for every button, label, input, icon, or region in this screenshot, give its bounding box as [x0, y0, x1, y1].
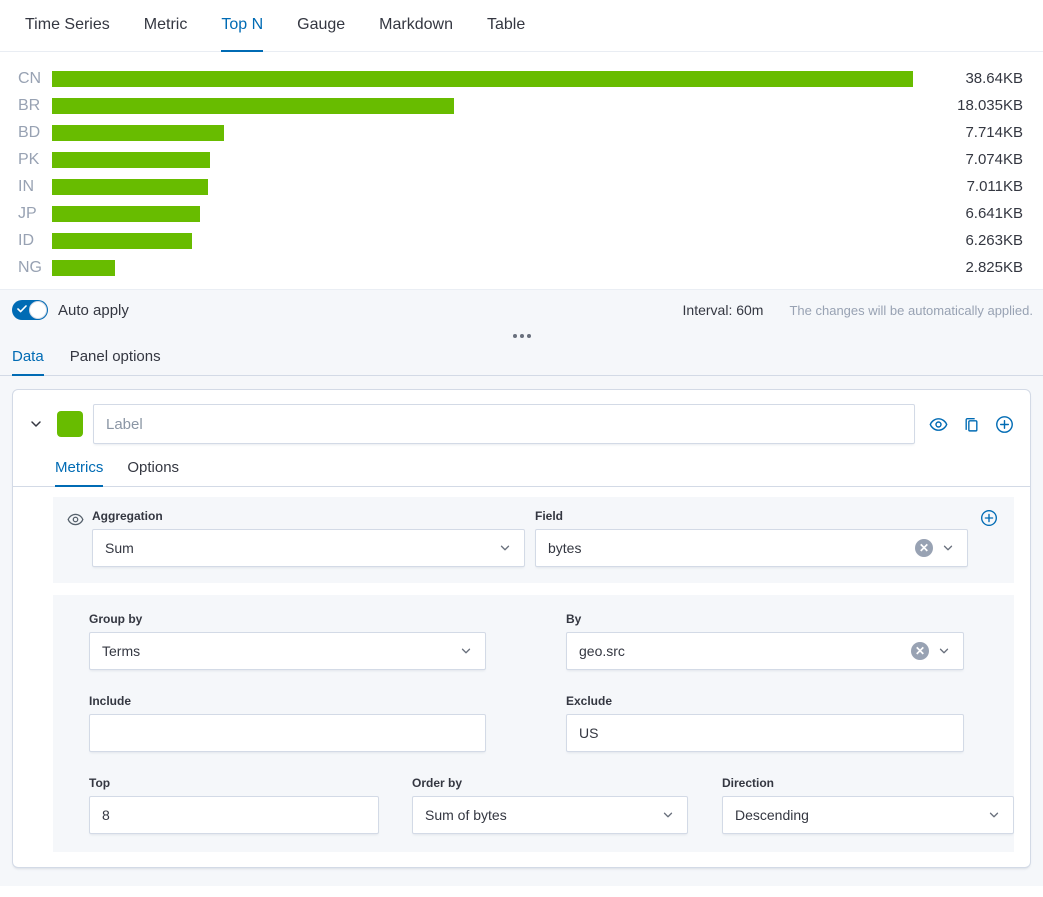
viz-tab-table[interactable]: Table: [487, 0, 525, 52]
series-color-swatch[interactable]: [57, 411, 83, 437]
clone-series-button[interactable]: [963, 416, 980, 433]
bar-row: BD 7.714KB: [18, 119, 1023, 146]
bar-category-label: PK: [18, 151, 52, 169]
auto-apply-toggle[interactable]: [12, 300, 48, 320]
exclude-label: Exclude: [566, 694, 964, 708]
viz-type-tabs: Time Series Metric Top N Gauge Markdown …: [0, 0, 1043, 52]
direction-label: Direction: [722, 776, 1014, 790]
bar-category-label: BD: [18, 124, 52, 142]
viz-tab-time-series[interactable]: Time Series: [25, 0, 110, 52]
bar-row: IN 7.011KB: [18, 173, 1023, 200]
add-metric-button[interactable]: [980, 509, 998, 527]
bar-row: JP 6.641KB: [18, 200, 1023, 227]
bar-value: 7.714KB: [913, 124, 1023, 141]
eye-icon: [929, 415, 948, 434]
bar-value: 38.64KB: [913, 70, 1023, 87]
auto-apply-bar: Auto apply Interval: 60m The changes wil…: [0, 290, 1043, 330]
panel-resize-handle[interactable]: [0, 330, 1043, 342]
field-combobox[interactable]: bytes ✕: [535, 529, 968, 567]
include-input[interactable]: [89, 714, 486, 752]
add-series-button[interactable]: [995, 415, 1014, 434]
chevron-down-icon: [941, 541, 955, 555]
direction-select[interactable]: Descending: [722, 796, 1014, 834]
series-card: Metrics Options Aggregation Sum Field by…: [12, 389, 1031, 868]
tab-data[interactable]: Data: [12, 348, 44, 376]
aggregation-label: Aggregation: [92, 509, 525, 523]
chevron-down-icon: [661, 808, 675, 822]
bar: [52, 179, 208, 195]
bar-value: 2.825KB: [913, 259, 1023, 276]
exclude-input[interactable]: [566, 714, 964, 752]
aggregation-select[interactable]: Sum: [92, 529, 525, 567]
tab-options[interactable]: Options: [127, 459, 179, 487]
bar-category-label: NG: [18, 259, 52, 277]
tab-metrics[interactable]: Metrics: [55, 459, 103, 487]
viz-tab-metric[interactable]: Metric: [144, 0, 188, 52]
bar-category-label: BR: [18, 97, 52, 115]
by-field-combobox[interactable]: geo.src ✕: [566, 632, 964, 670]
metric-drag-handle[interactable]: [67, 511, 84, 533]
bar: [52, 98, 454, 114]
group-by-label: Group by: [89, 612, 486, 626]
bar-value: 6.641KB: [913, 205, 1023, 222]
plus-circle-icon: [995, 415, 1014, 434]
bar: [52, 152, 210, 168]
group-by-select[interactable]: Terms: [89, 632, 486, 670]
editor-tabs: Data Panel options: [0, 348, 1043, 376]
toggle-series-visibility-button[interactable]: [929, 415, 948, 434]
viz-tab-markdown[interactable]: Markdown: [379, 0, 453, 52]
auto-apply-note: The changes will be automatically applie…: [789, 303, 1033, 318]
bar-value: 7.011KB: [913, 178, 1023, 195]
bar-value: 7.074KB: [913, 151, 1023, 168]
bar: [52, 260, 115, 276]
bar: [52, 71, 913, 87]
bar-row: NG 2.825KB: [18, 254, 1023, 281]
field-label: Field: [535, 509, 968, 523]
top-input[interactable]: [89, 796, 379, 834]
bar-category-label: JP: [18, 205, 52, 223]
chevron-down-icon: [937, 644, 951, 658]
group-by-panel: Group by Terms By geo.src ✕: [53, 595, 1014, 852]
bar-row: BR 18.035KB: [18, 92, 1023, 119]
series-label-input[interactable]: [93, 404, 915, 444]
chevron-down-icon: [28, 416, 44, 432]
bar-value: 6.263KB: [913, 232, 1023, 249]
clear-field-icon[interactable]: ✕: [915, 539, 933, 557]
order-by-select[interactable]: Sum of bytes: [412, 796, 688, 834]
copy-icon: [963, 416, 980, 433]
eye-icon: [67, 511, 84, 528]
tab-panel-options[interactable]: Panel options: [70, 348, 161, 376]
include-label: Include: [89, 694, 486, 708]
bar-row: PK 7.074KB: [18, 146, 1023, 173]
by-label: By: [566, 612, 964, 626]
top-label: Top: [89, 776, 379, 790]
bar-category-label: ID: [18, 232, 52, 250]
viz-tab-gauge[interactable]: Gauge: [297, 0, 345, 52]
chevron-down-icon: [459, 644, 473, 658]
collapse-series-button[interactable]: [28, 416, 44, 432]
chevron-down-icon: [498, 541, 512, 555]
top-n-chart: CN 38.64KB BR 18.035KB BD 7.714KB PK 7.0…: [0, 52, 1043, 289]
bar: [52, 125, 224, 141]
bar-row: ID 6.263KB: [18, 227, 1023, 254]
plus-circle-icon: [980, 509, 998, 527]
bar-value: 18.035KB: [913, 97, 1023, 114]
bar: [52, 233, 192, 249]
bar-category-label: CN: [18, 70, 52, 88]
bar-row: CN 38.64KB: [18, 65, 1023, 92]
order-by-label: Order by: [412, 776, 688, 790]
bar: [52, 206, 200, 222]
interval-text: Interval: 60m: [683, 302, 764, 318]
editor-area: Auto apply Interval: 60m The changes wil…: [0, 289, 1043, 886]
metric-row-panel: Aggregation Sum Field bytes ✕: [53, 497, 1014, 583]
series-header: [13, 390, 1030, 444]
chevron-down-icon: [987, 808, 1001, 822]
toggle-knob: [29, 301, 47, 319]
auto-apply-label: Auto apply: [58, 302, 129, 319]
clear-by-field-icon[interactable]: ✕: [911, 642, 929, 660]
bar-category-label: IN: [18, 178, 52, 196]
series-tabs: Metrics Options: [13, 459, 1030, 487]
check-icon: [17, 305, 27, 313]
viz-tab-top-n[interactable]: Top N: [221, 0, 263, 52]
